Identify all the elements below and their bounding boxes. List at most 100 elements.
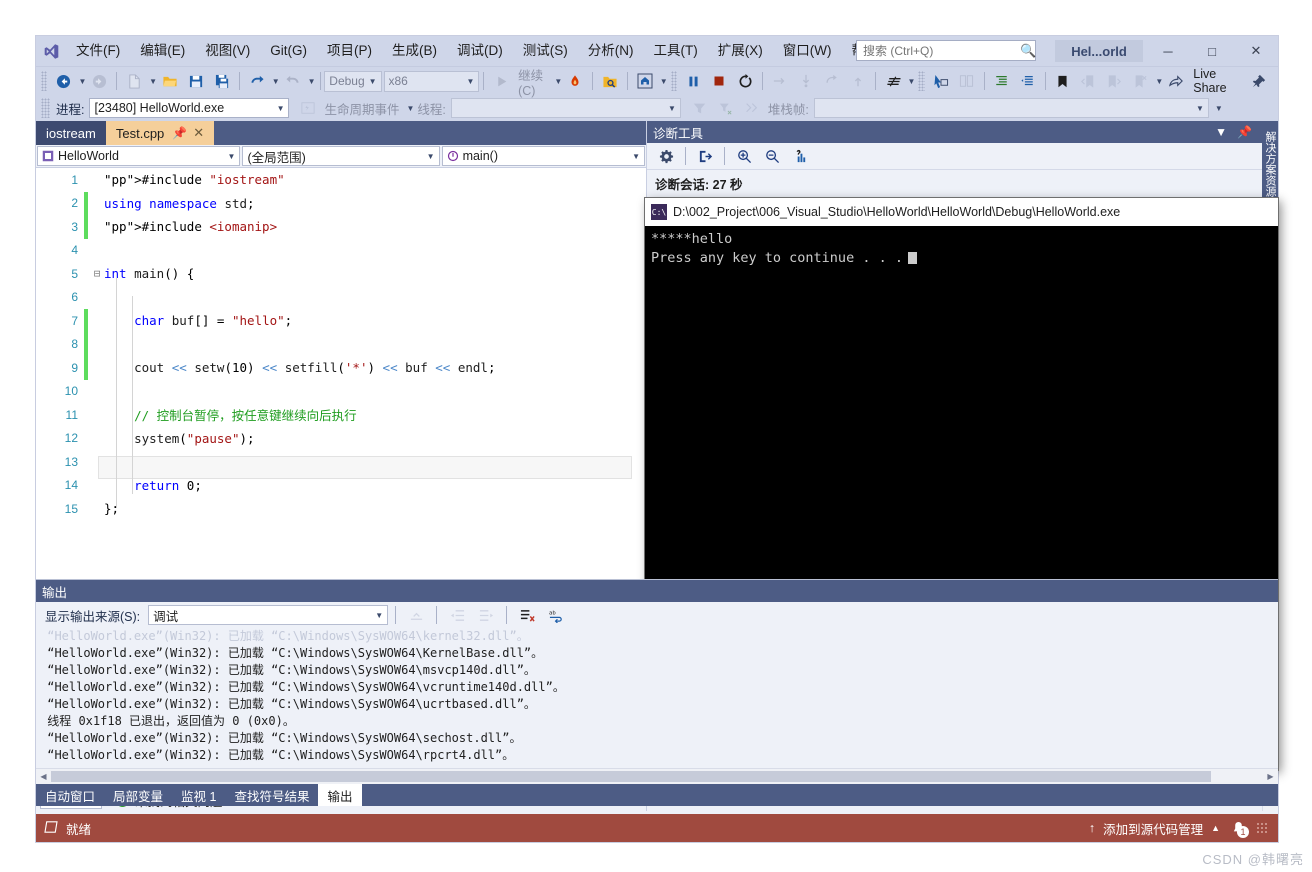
code-line[interactable]: 8: [36, 333, 646, 357]
debug-layers-caret-icon[interactable]: ▼: [908, 77, 916, 86]
stack-frame-dropdown[interactable]: ▼: [814, 98, 1209, 118]
output-source-dropdown[interactable]: 调试 ▼: [148, 605, 388, 625]
scroll-right-icon[interactable]: ▶: [1263, 772, 1278, 781]
output-log[interactable]: “HelloWorld.exe”(Win32): 已加载 “C:\Windows…: [36, 628, 1278, 762]
export-icon[interactable]: [692, 145, 718, 167]
pin-icon[interactable]: 📌: [172, 126, 187, 140]
bottom-tab-output[interactable]: 输出: [318, 784, 361, 806]
menu-project[interactable]: 项目(P): [317, 36, 382, 66]
code-line[interactable]: 14 return 0;: [36, 474, 646, 498]
menu-debug[interactable]: 调试(D): [447, 36, 513, 66]
code-line[interactable]: 7 char buf[] = "hello";: [36, 309, 646, 333]
live-share-label[interactable]: Live Share: [1189, 67, 1240, 95]
pin-toolbar-icon[interactable]: [1246, 70, 1272, 92]
source-control-label[interactable]: 添加到源代码管理: [1103, 819, 1203, 838]
project-dropdown[interactable]: HelloWorld ▼: [37, 146, 240, 166]
bottom-tab-locals[interactable]: 局部变量: [104, 784, 172, 806]
menu-file[interactable]: 文件(F): [66, 36, 130, 66]
bottom-tab-watch1[interactable]: 监视 1: [172, 784, 225, 806]
menu-window[interactable]: 窗口(W): [773, 36, 842, 66]
indent-increase-icon[interactable]: [989, 70, 1015, 92]
bookmarks-caret-icon[interactable]: ▼: [1155, 77, 1163, 86]
undo-icon[interactable]: [244, 70, 270, 92]
save-all-icon[interactable]: [209, 70, 235, 92]
live-share-icon[interactable]: [1163, 70, 1189, 92]
menu-test[interactable]: 测试(S): [513, 36, 578, 66]
undo-caret-icon[interactable]: ▼: [272, 77, 280, 86]
lifecycle-caret-icon[interactable]: ▼: [407, 104, 415, 113]
continue-button-label[interactable]: 继续(C): [514, 65, 552, 98]
bookmark-icon[interactable]: [1049, 70, 1075, 92]
toolbar-grip[interactable]: [41, 98, 50, 118]
tab-iostream[interactable]: iostream: [36, 121, 106, 145]
code-line[interactable]: 6: [36, 286, 646, 310]
toolbar-grip[interactable]: [671, 71, 677, 91]
upload-icon[interactable]: ↑: [1089, 821, 1095, 835]
member-dropdown[interactable]: main() ▼: [442, 146, 645, 166]
close-icon[interactable]: ✕: [1234, 36, 1278, 66]
scope-dropdown[interactable]: (全局范围) ▼: [242, 146, 439, 166]
navigate-back-icon[interactable]: [50, 70, 76, 92]
solution-config-dropdown[interactable]: Debug ▼: [324, 71, 381, 92]
gear-icon[interactable]: [653, 145, 679, 167]
maximize-icon[interactable]: □: [1190, 36, 1234, 66]
show-next-caret-icon[interactable]: ▼: [660, 77, 668, 86]
scroll-left-icon[interactable]: ◀: [36, 772, 51, 781]
thread-dropdown[interactable]: ▼: [451, 98, 681, 118]
menu-tools[interactable]: 工具(T): [644, 36, 708, 66]
new-file-icon[interactable]: [121, 70, 147, 92]
pin-icon[interactable]: 📌: [1237, 125, 1252, 139]
tab-testcpp[interactable]: Test.cpp 📌 ✕: [106, 121, 214, 145]
clear-output-icon[interactable]: [514, 604, 540, 626]
scrollbar-track[interactable]: [51, 771, 1263, 782]
code-line[interactable]: 2using namespace std;: [36, 192, 646, 216]
notifications-icon[interactable]: 1: [1228, 819, 1248, 837]
menu-extensions[interactable]: 扩展(X): [708, 36, 773, 66]
menu-analyze[interactable]: 分析(N): [578, 36, 644, 66]
chevron-down-icon[interactable]: ▼: [1215, 125, 1227, 139]
toolbar-grip[interactable]: [41, 71, 47, 91]
code-line[interactable]: 15};: [36, 497, 646, 521]
continue-caret-icon[interactable]: ▼: [554, 77, 562, 86]
pause-icon[interactable]: [680, 70, 706, 92]
debug-layers-icon[interactable]: [880, 70, 906, 92]
open-file-icon[interactable]: [157, 70, 183, 92]
new-file-caret-icon[interactable]: ▼: [149, 77, 157, 86]
analyze-chart-icon[interactable]: [787, 145, 813, 167]
bottom-tab-autos[interactable]: 自动窗口: [36, 784, 104, 806]
toggle-word-wrap-icon[interactable]: ab: [543, 604, 569, 626]
menu-edit[interactable]: 编辑(E): [130, 36, 195, 66]
navigate-back-caret-icon[interactable]: ▼: [78, 77, 86, 86]
code-line[interactable]: 10: [36, 380, 646, 404]
code-line[interactable]: 13: [36, 450, 646, 474]
fold-toggle-icon[interactable]: ⊟: [90, 267, 104, 280]
hot-reload-icon[interactable]: [562, 70, 588, 92]
search-input[interactable]: [861, 43, 1020, 59]
chevron-up-icon[interactable]: ▲: [1211, 823, 1220, 833]
zoom-out-icon[interactable]: [759, 145, 785, 167]
code-line[interactable]: 9 cout << setw(10) << setfill('*') << bu…: [36, 356, 646, 380]
zoom-in-icon[interactable]: [731, 145, 757, 167]
toolbar-grip[interactable]: [918, 71, 924, 91]
lifecycle-events-label[interactable]: 生命周期事件: [324, 99, 399, 118]
code-line[interactable]: 3"pp">#include <iomanip>: [36, 215, 646, 239]
menu-view[interactable]: 视图(V): [195, 36, 260, 66]
output-horizontal-scrollbar[interactable]: ◀ ▶: [36, 768, 1278, 784]
code-line[interactable]: 5⊟int main() {: [36, 262, 646, 286]
code-line[interactable]: 1"pp">#include "iostream": [36, 168, 646, 192]
open-folder-search-icon[interactable]: [597, 70, 623, 92]
code-line[interactable]: 12 system("pause");: [36, 427, 646, 451]
indent-decrease-icon[interactable]: [1015, 70, 1041, 92]
stop-icon[interactable]: [706, 70, 732, 92]
select-pointer-icon[interactable]: [928, 70, 954, 92]
quick-search-box[interactable]: 🔍: [856, 40, 1036, 61]
show-next-statement-icon[interactable]: [632, 70, 658, 92]
save-icon[interactable]: [183, 70, 209, 92]
code-line[interactable]: 11 // 控制台暂停，按任意键继续向后执行: [36, 403, 646, 427]
scrollbar-thumb[interactable]: [51, 771, 1211, 782]
solution-platform-dropdown[interactable]: x86 ▼: [384, 71, 480, 92]
close-tab-icon[interactable]: ✕: [193, 125, 204, 141]
process-dropdown[interactable]: [23480] HelloWorld.exe ▼: [89, 98, 289, 118]
code-line[interactable]: 4: [36, 239, 646, 263]
bottom-tab-symbol-results[interactable]: 查找符号结果: [225, 784, 318, 806]
